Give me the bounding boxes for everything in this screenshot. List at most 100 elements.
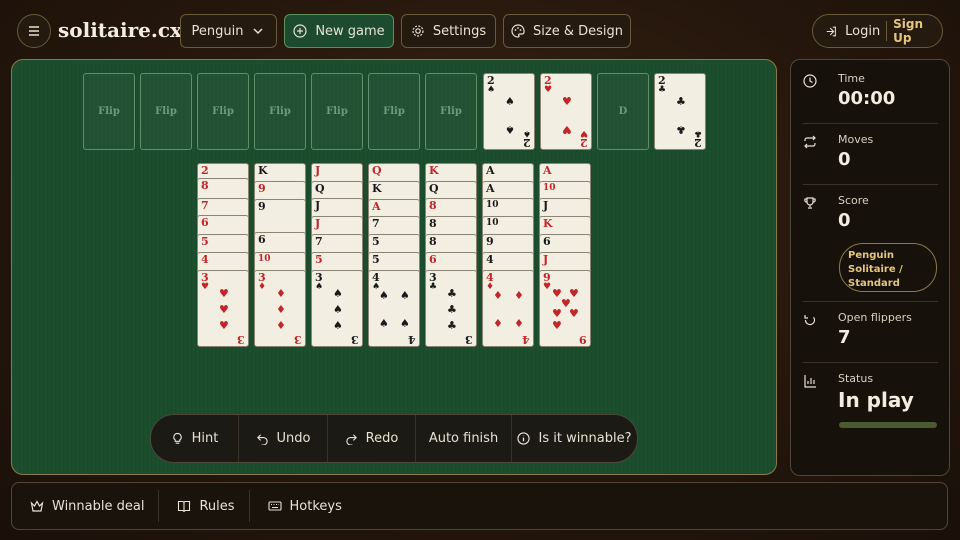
card-rank: 6: [258, 233, 266, 246]
foundation-card-hearts[interactable]: 2 ♥ ♥ ♥ 2 ♥: [540, 73, 592, 150]
status-value: In play: [838, 388, 914, 412]
game-mode-badge[interactable]: Penguin Solitaire / Standard: [839, 243, 937, 292]
diamond-icon: ♦: [258, 282, 267, 292]
spade-icon: ♠: [333, 303, 343, 316]
flip-slot-3[interactable]: Flip: [197, 73, 249, 150]
new-game-button[interactable]: New game: [284, 14, 394, 48]
diamond-icon: ♦: [514, 289, 524, 302]
rotate-icon: [804, 315, 816, 326]
moves-stat: Moves 0: [803, 133, 938, 183]
card-rank-bottom: 2: [580, 136, 588, 149]
card-rank: K: [429, 164, 439, 177]
undo-button[interactable]: Undo: [239, 415, 328, 462]
moves-value: 0: [838, 149, 851, 170]
card-rank: J: [315, 164, 321, 177]
winnable-label: Is it winnable?: [538, 431, 632, 446]
card-rank: 8: [201, 179, 209, 192]
card-rank: 5: [201, 235, 209, 248]
card-rank: A: [486, 182, 495, 195]
action-toolbar: Hint Undo Redo Auto finish Is it winnabl…: [150, 414, 638, 463]
heart-icon: ♥: [543, 282, 552, 292]
flip-slot-5[interactable]: Flip: [311, 73, 363, 150]
foundation-slot-diamonds[interactable]: D: [597, 73, 649, 150]
card-rank: 9: [486, 235, 494, 248]
card-rank: 5: [372, 253, 380, 266]
winnable-check-button[interactable]: Is it winnable?: [512, 415, 637, 462]
hint-label: Hint: [191, 431, 219, 446]
winnable-deal-button[interactable]: Winnable deal: [12, 490, 160, 522]
size-design-button[interactable]: Size & Design: [503, 14, 631, 48]
heart-icon: ♥: [219, 319, 229, 332]
site-logo[interactable]: solitaire.cx: [58, 18, 182, 42]
flip-slot-6[interactable]: Flip: [368, 73, 420, 150]
redo-button[interactable]: Redo: [328, 415, 416, 462]
card-rank: 7: [372, 217, 380, 230]
card-rank: 5: [315, 253, 323, 266]
card-rank: J: [543, 199, 549, 212]
tableau-card[interactable]: 4 ♠ ♠ ♠ ♠ ♠ 4: [368, 270, 420, 347]
flip-slot-2[interactable]: Flip: [140, 73, 192, 150]
card-rank-bottom: 2: [523, 136, 531, 149]
clock-icon: [803, 74, 817, 88]
club-icon: ♣: [447, 303, 457, 316]
settings-button[interactable]: Settings: [401, 14, 496, 48]
foundation-card-spades[interactable]: 2 ♠ ♠ ♠ 2 ♠: [483, 73, 535, 150]
stats-sidebar: Time 00:00 Moves 0 Score 0 Penguin Solit…: [790, 59, 950, 476]
hotkeys-button[interactable]: Hotkeys: [250, 490, 356, 522]
tableau-card[interactable]: 3 ♣ ♣ ♣ ♣ 3: [425, 270, 477, 347]
divider: [803, 123, 938, 124]
card-rank: 2: [201, 164, 209, 177]
score-label: Score: [838, 194, 869, 207]
score-value: 0: [838, 210, 851, 231]
club-icon: ♣: [447, 287, 457, 300]
auto-finish-label: Auto finish: [428, 431, 499, 446]
spade-icon: ♠: [333, 319, 343, 332]
flip-slot-1[interactable]: Flip: [83, 73, 135, 150]
diamond-icon: ♦: [493, 317, 503, 330]
tableau-card[interactable]: 4 ♦ ♦ ♦ ♦ ♦ 4: [482, 270, 534, 347]
tableau-card[interactable]: 9 ♥ ♥ ♥ ♥ ♥ ♥ ♥ 9: [539, 270, 591, 347]
spade-icon: ♠: [400, 317, 410, 330]
flippers-stat: Open flippers 7: [803, 311, 938, 361]
heart-icon: ♥: [219, 303, 229, 316]
flippers-label: Open flippers: [838, 311, 912, 324]
new-game-label: New game: [315, 23, 385, 39]
signup-link[interactable]: Sign Up: [893, 17, 942, 45]
spade-icon: ♠: [505, 95, 515, 108]
flippers-value: 7: [838, 327, 851, 348]
tableau-card[interactable]: 3 ♥ ♥ ♥ ♥ 3: [197, 270, 249, 347]
card-rank: 10: [543, 183, 556, 193]
heart-icon: ♥: [552, 307, 562, 320]
login-link[interactable]: Login: [845, 24, 880, 39]
club-icon: ♣: [693, 128, 702, 138]
card-rank: 8: [429, 199, 437, 212]
book-icon: [178, 500, 191, 513]
variant-dropdown[interactable]: Penguin: [180, 14, 277, 48]
foundation-card-clubs[interactable]: 2 ♣ ♣ ♣ 2 ♣: [654, 73, 706, 150]
card-rank: 4: [486, 253, 494, 266]
variant-label: Penguin: [191, 23, 244, 39]
tableau-card[interactable]: 3 ♠ ♠ ♠ ♠ 3: [311, 270, 363, 347]
hint-button[interactable]: Hint: [151, 415, 239, 462]
status-progress-bar: [839, 422, 937, 428]
spade-icon: ♠: [379, 317, 389, 330]
auto-finish-button[interactable]: Auto finish: [416, 415, 512, 462]
settings-label: Settings: [432, 23, 487, 39]
flip-slot-7[interactable]: Flip: [425, 73, 477, 150]
menu-button[interactable]: [17, 14, 51, 48]
spade-icon: ♠: [379, 289, 389, 302]
plus-circle-icon: [293, 24, 307, 38]
card-rank: 9: [258, 182, 266, 195]
card-rank: 7: [315, 235, 323, 248]
club-icon: ♣: [676, 95, 686, 108]
card-rank: 8: [429, 235, 437, 248]
tableau-card[interactable]: 3 ♦ ♦ ♦ ♦ 3: [254, 270, 306, 347]
lightbulb-icon: [172, 432, 182, 444]
hamburger-icon: [29, 26, 39, 36]
heart-icon: ♥: [552, 319, 562, 332]
flip-slot-4[interactable]: Flip: [254, 73, 306, 150]
rules-button[interactable]: Rules: [159, 490, 250, 522]
diamond-icon: ♦: [514, 317, 524, 330]
heart-icon: ♥: [579, 128, 588, 138]
score-stat: Score 0: [803, 194, 938, 244]
